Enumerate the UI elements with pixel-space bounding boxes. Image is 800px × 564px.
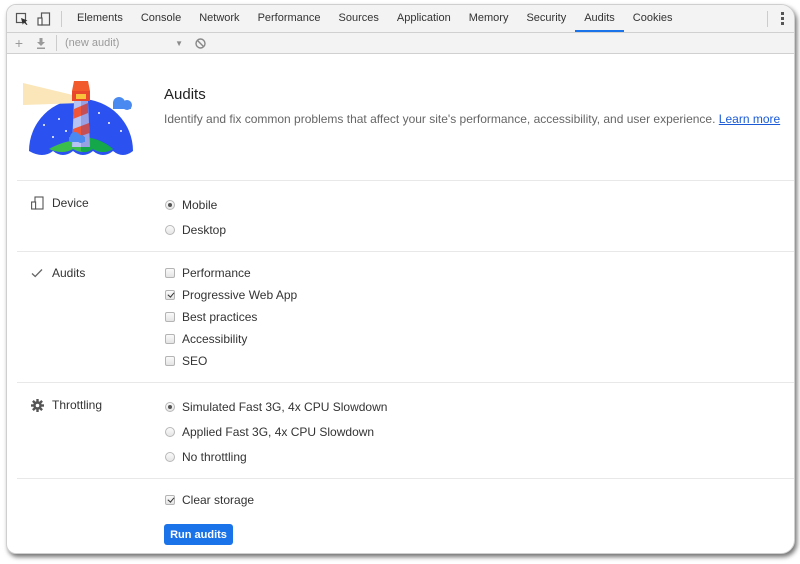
audit-select[interactable]: (new audit) ▼ — [61, 37, 189, 49]
download-icon[interactable] — [30, 32, 52, 54]
checkbox[interactable] — [165, 356, 175, 366]
divider — [17, 251, 794, 252]
checkbox[interactable] — [165, 495, 175, 505]
separator — [56, 35, 57, 51]
plus-icon[interactable]: + — [8, 32, 30, 54]
divider — [17, 382, 794, 383]
tab-network[interactable]: Network — [190, 5, 248, 32]
option-label: Progressive Web App — [182, 288, 298, 302]
audits-panel: Audits Identify and fix common problems … — [7, 54, 794, 553]
devtools-window: Elements Console Network Performance Sou… — [6, 4, 795, 554]
radio-button[interactable] — [165, 452, 175, 462]
audits-header: Audits Identify and fix common problems … — [7, 54, 794, 180]
clear-storage-option[interactable]: Clear storage — [165, 493, 254, 507]
device-icon — [31, 196, 51, 210]
radio-button[interactable] — [165, 402, 175, 412]
option-label: SEO — [182, 354, 208, 368]
throttling-option-applied[interactable]: Applied Fast 3G, 4x CPU Slowdown — [165, 425, 374, 439]
divider — [17, 180, 794, 181]
tab-console[interactable]: Console — [132, 5, 190, 32]
option-label: Applied Fast 3G, 4x CPU Slowdown — [182, 425, 375, 439]
audit-option-seo[interactable]: SEO — [165, 354, 207, 368]
page-title: Audits — [164, 86, 206, 103]
throttling-section-label: Throttling — [31, 398, 102, 412]
lighthouse-logo-icon — [23, 81, 133, 155]
throttling-label: Throttling — [52, 398, 103, 412]
audits-toolbar: + (new audit) ▼ — [7, 33, 794, 54]
option-label: Best practices — [182, 310, 258, 324]
tab-audits[interactable]: Audits — [575, 5, 624, 32]
checkmark-icon — [31, 268, 51, 278]
run-audits-button[interactable]: Run audits — [164, 524, 233, 545]
tab-cookies[interactable]: Cookies — [624, 5, 682, 32]
checkbox[interactable] — [165, 268, 175, 278]
separator — [767, 10, 768, 27]
option-label: Desktop — [182, 223, 227, 237]
option-label: Simulated Fast 3G, 4x CPU Slowdown — [182, 400, 388, 414]
radio-button[interactable] — [165, 427, 175, 437]
divider — [17, 478, 794, 479]
device-label: Device — [52, 196, 89, 210]
tab-security[interactable]: Security — [517, 5, 575, 32]
inspect-element-icon[interactable] — [11, 8, 33, 30]
audits-label: Audits — [52, 266, 86, 280]
separator — [61, 10, 62, 27]
checkbox[interactable] — [165, 334, 175, 344]
audit-option-performance[interactable]: Performance — [165, 266, 251, 280]
tab-application[interactable]: Application — [388, 5, 460, 32]
checkbox[interactable] — [165, 290, 175, 300]
tab-performance[interactable]: Performance — [249, 5, 330, 32]
devtools-tab-bar: Elements Console Network Performance Sou… — [7, 5, 794, 33]
gear-icon — [31, 398, 51, 412]
throttling-option-simulated[interactable]: Simulated Fast 3G, 4x CPU Slowdown — [165, 400, 387, 414]
kebab-menu-icon[interactable] — [774, 12, 790, 25]
tab-sources[interactable]: Sources — [330, 5, 388, 32]
audit-option-pwa[interactable]: Progressive Web App — [165, 288, 297, 302]
page-description: Identify and fix common problems that af… — [164, 112, 780, 126]
device-toolbar-icon[interactable] — [33, 8, 55, 30]
throttling-option-none[interactable]: No throttling — [165, 450, 247, 464]
device-option-mobile[interactable]: Mobile — [165, 198, 217, 212]
tab-elements[interactable]: Elements — [68, 5, 132, 32]
audits-section-label: Audits — [31, 266, 85, 280]
radio-button[interactable] — [165, 200, 175, 210]
audit-option-accessibility[interactable]: Accessibility — [165, 332, 247, 346]
option-label: Performance — [182, 266, 251, 280]
device-section-label: Device — [31, 196, 89, 210]
learn-more-link[interactable]: Learn more — [719, 112, 780, 126]
audit-select-value: (new audit) — [65, 37, 120, 49]
device-option-desktop[interactable]: Desktop — [165, 223, 226, 237]
option-label: Clear storage — [182, 493, 255, 507]
description-text: Identify and fix common problems that af… — [164, 112, 716, 126]
radio-button[interactable] — [165, 225, 175, 235]
tab-memory[interactable]: Memory — [460, 5, 518, 32]
audit-option-best-practices[interactable]: Best practices — [165, 310, 257, 324]
option-label: No throttling — [182, 450, 247, 464]
option-label: Mobile — [182, 198, 218, 212]
checkbox[interactable] — [165, 312, 175, 322]
option-label: Accessibility — [182, 332, 248, 346]
dropdown-arrow-icon: ▼ — [175, 38, 183, 48]
block-icon[interactable] — [189, 32, 211, 54]
